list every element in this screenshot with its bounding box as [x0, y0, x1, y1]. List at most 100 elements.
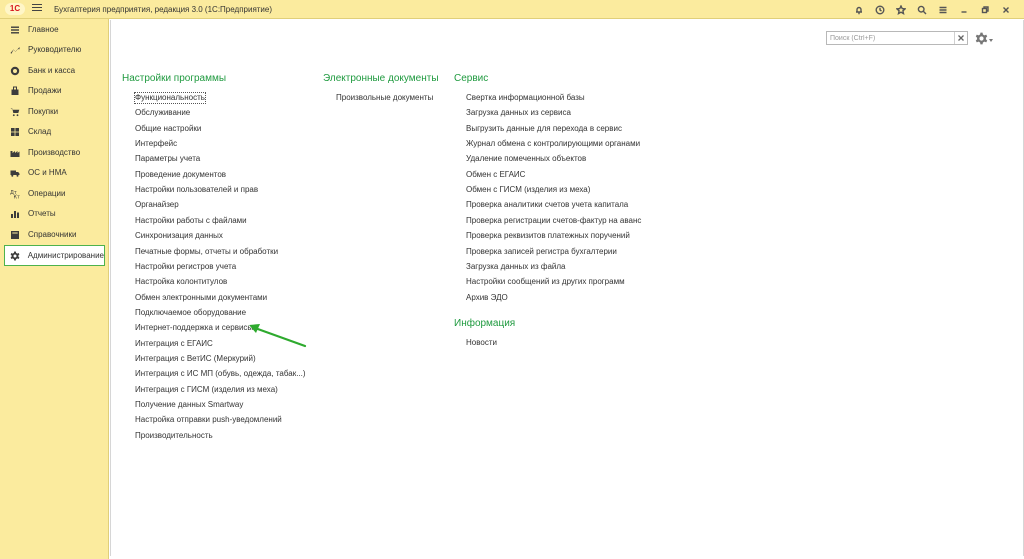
- factory-icon: [9, 147, 21, 159]
- link-settings-item[interactable]: Получение данных Smartway: [135, 400, 243, 410]
- coins-icon: [9, 65, 21, 77]
- link-settings-item[interactable]: Настройка колонтитулов: [135, 277, 227, 287]
- section-title-info: Информация: [454, 318, 516, 329]
- star-icon[interactable]: [891, 2, 911, 17]
- gear-icon: [10, 250, 21, 262]
- truck-icon: [9, 167, 21, 179]
- sidebar-item-label: Склад: [28, 127, 52, 136]
- sidebar-item-sales[interactable]: Продажи: [4, 81, 105, 100]
- sidebar-item-label: Операции: [28, 189, 66, 198]
- link-service-item[interactable]: Проверка регистрации счетов-фактур на ав…: [466, 216, 641, 226]
- sidebar-item-operations[interactable]: Дт Кт Операции: [4, 184, 105, 203]
- link-info-item[interactable]: Новости: [466, 338, 497, 348]
- sidebar-item-production[interactable]: Производство: [4, 143, 105, 162]
- warehouse-icon: [9, 126, 21, 138]
- link-service-item[interactable]: Проверка реквизитов платежных поручений: [466, 231, 630, 241]
- form-settings-button[interactable]: [975, 30, 995, 46]
- sidebar-item-label: Администрирование: [27, 251, 104, 260]
- link-settings-item[interactable]: Подключаемое оборудование: [135, 308, 246, 318]
- link-edocs-item[interactable]: Произвольные документы: [336, 93, 433, 103]
- link-settings-item[interactable]: Настройка отправки push-уведомлений: [135, 415, 282, 425]
- sidebar-item-reports[interactable]: Отчеты: [4, 204, 105, 223]
- link-settings-item[interactable]: Общие настройки: [135, 124, 201, 134]
- section-title-edocs: Электронные документы: [323, 73, 439, 84]
- link-settings-item[interactable]: Производительность: [135, 431, 213, 441]
- link-service-item[interactable]: Обмен с ГИСМ (изделия из меха): [466, 185, 590, 195]
- sidebar-item-label: Отчеты: [28, 209, 56, 218]
- link-settings-item[interactable]: Органайзер: [135, 200, 179, 210]
- settings-icon[interactable]: [933, 2, 953, 17]
- chevron-down-icon: [989, 38, 993, 42]
- link-settings-item[interactable]: Печатные формы, отчеты и обработки: [135, 247, 278, 257]
- search-input[interactable]: [827, 32, 955, 44]
- sidebar-item-label: Покупки: [28, 107, 59, 116]
- sidebar-item-warehouse[interactable]: Склад: [4, 122, 105, 141]
- link-service-item[interactable]: Выгрузить данные для перехода в сервис: [466, 124, 622, 134]
- link-service-item[interactable]: Архив ЭДО: [466, 293, 508, 303]
- link-settings-item[interactable]: Параметры учета: [135, 154, 200, 164]
- sidebar-item-label: Руководителю: [28, 45, 82, 54]
- sidebar-item-label: Производство: [28, 148, 81, 157]
- sidebar-item-label: Главное: [28, 25, 59, 34]
- close-icon[interactable]: [996, 2, 1016, 17]
- svg-text:Кт: Кт: [14, 194, 21, 199]
- link-settings-item[interactable]: Настройки пользователей и прав: [135, 185, 258, 195]
- operations-icon: Дт Кт: [9, 188, 21, 200]
- link-settings-item[interactable]: Проведение документов: [135, 170, 226, 180]
- sidebar-item-directories[interactable]: Справочники: [4, 225, 105, 244]
- link-service-item[interactable]: Проверка аналитики счетов учета капитала: [466, 200, 628, 210]
- main-menu-icon[interactable]: [32, 4, 42, 14]
- history-icon[interactable]: [870, 2, 890, 17]
- menu-icon: [9, 24, 21, 36]
- link-settings-item[interactable]: Интеграция с ГИСМ (изделия из меха): [135, 385, 278, 395]
- link-settings-item[interactable]: Настройки работы с файлами: [135, 216, 247, 226]
- sidebar-item-purchases[interactable]: Покупки: [4, 102, 105, 121]
- link-service-item[interactable]: Загрузка данных из файла: [466, 262, 565, 272]
- sidebar-item-administration[interactable]: Администрирование: [4, 245, 105, 266]
- sidebar-item-main[interactable]: Главное: [4, 20, 105, 39]
- clear-search-icon[interactable]: [954, 32, 967, 44]
- restore-icon[interactable]: [975, 2, 995, 17]
- sidebar-item-label: Банк и касса: [28, 66, 76, 75]
- link-settings-item[interactable]: Обмен электронными документами: [135, 293, 267, 303]
- link-settings-item[interactable]: Синхронизация данных: [135, 231, 223, 241]
- minimize-icon[interactable]: [954, 2, 974, 17]
- sidebar-item-label: ОС и НМА: [28, 168, 67, 177]
- link-service-item[interactable]: Настройки сообщений из других программ: [466, 277, 625, 287]
- cart-icon: [9, 106, 21, 118]
- sidebar: Главное Руководителю Банк и касса Продаж…: [0, 19, 109, 559]
- link-service-item[interactable]: Удаление помеченных объектов: [466, 154, 586, 164]
- sidebar-item-label: Справочники: [28, 230, 77, 239]
- link-service-item[interactable]: Проверка записей регистра бухгалтерии: [466, 247, 617, 257]
- gear-icon: [975, 32, 988, 44]
- sidebar-item-bank[interactable]: Банк и касса: [4, 61, 105, 80]
- book-icon: [9, 229, 21, 241]
- search-icon[interactable]: [912, 2, 932, 17]
- link-settings-item[interactable]: Интеграция с ИС МП (обувь, одежда, табак…: [135, 369, 306, 379]
- section-title-service: Сервис: [454, 73, 489, 84]
- bell-icon[interactable]: [849, 2, 869, 17]
- link-service-item[interactable]: Свертка информационной базы: [466, 93, 585, 103]
- link-service-item[interactable]: Журнал обмена с контролирующими органами: [466, 139, 640, 149]
- link-settings-item[interactable]: Обслуживание: [135, 108, 190, 118]
- bag-icon: [9, 85, 21, 97]
- app-title: Бухгалтерия предприятия, редакция 3.0 (1…: [54, 5, 273, 14]
- search-box[interactable]: [826, 31, 968, 45]
- link-settings-item[interactable]: Интернет-поддержка и сервисы: [135, 323, 253, 333]
- link-settings-item[interactable]: Интеграция с ЕГАИС: [135, 339, 213, 349]
- title-bar: 1С Бухгалтерия предприятия, редакция 3.0…: [0, 0, 1024, 19]
- link-service-item[interactable]: Обмен с ЕГАИС: [466, 170, 525, 180]
- sidebar-item-fixed-assets[interactable]: ОС и НМА: [4, 163, 105, 182]
- pointer-arrow-icon: [249, 324, 307, 348]
- chart-icon: [9, 208, 21, 220]
- sidebar-item-manager[interactable]: Руководителю: [4, 40, 105, 59]
- link-settings-item[interactable]: Настройки регистров учета: [135, 262, 236, 272]
- app-logo[interactable]: 1С: [5, 3, 25, 15]
- link-service-item[interactable]: Загрузка данных из сервиса: [466, 108, 571, 118]
- link-settings-item[interactable]: Интеграция с ВетИС (Меркурий): [135, 354, 256, 364]
- link-settings-item[interactable]: Интерфейс: [135, 139, 177, 149]
- section-title-settings: Настройки программы: [122, 73, 227, 84]
- trend-icon: [9, 44, 21, 56]
- sidebar-item-label: Продажи: [28, 86, 62, 95]
- link-settings-item[interactable]: Функциональность: [134, 92, 206, 104]
